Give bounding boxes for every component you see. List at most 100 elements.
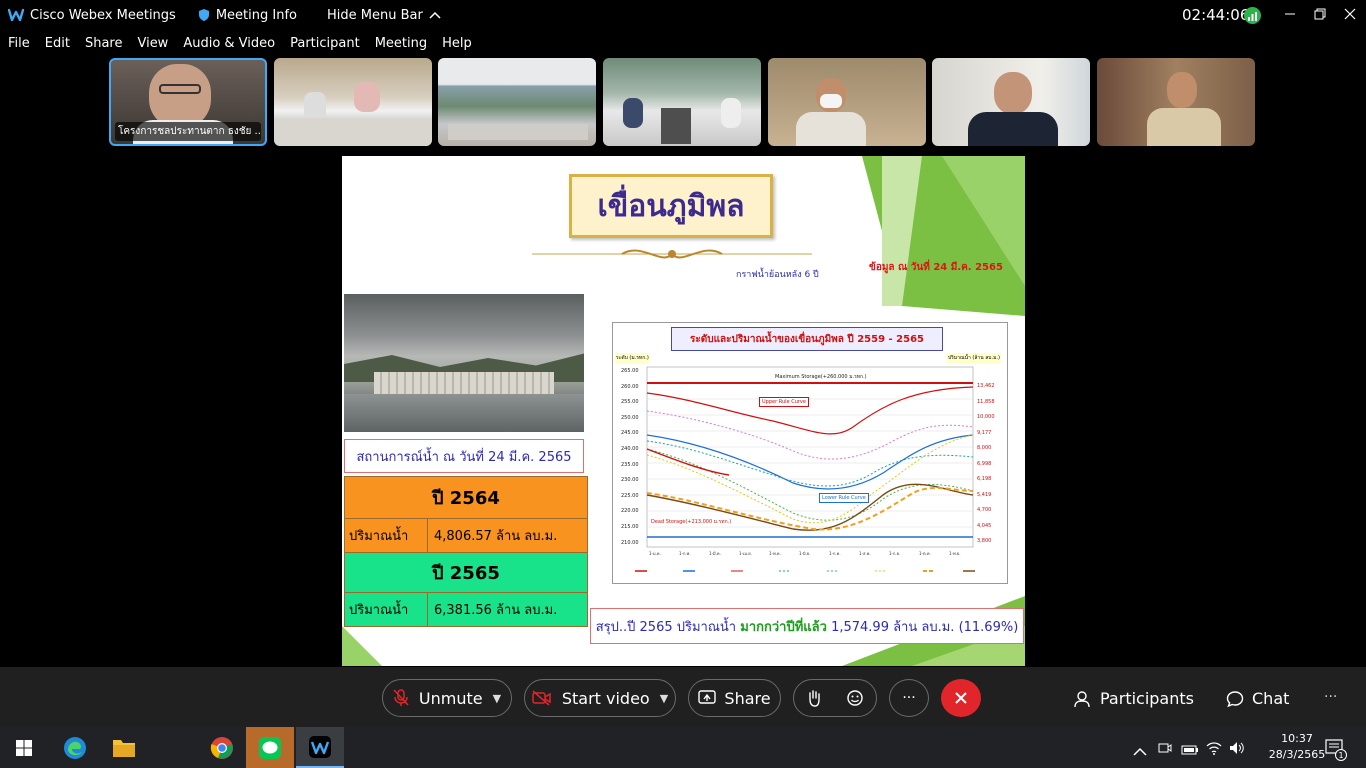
battery-icon[interactable] xyxy=(1181,741,1199,760)
chevron-up-icon[interactable] xyxy=(1133,742,1147,761)
meeting-info-button[interactable]: Meeting Info xyxy=(198,8,297,23)
menu-view[interactable]: View xyxy=(137,36,168,51)
tick-label: 245.00 xyxy=(621,430,639,437)
person-shape xyxy=(721,98,741,128)
chart-plot: 1-ม.ค. 1-ก.พ. 1-มี.ค. 1-เม.ย. 1-พ.ค. 1-มิ.ย.… xyxy=(635,366,975,572)
summary-highlight: มากกว่าปีที่แล้ว xyxy=(740,619,827,635)
dead-storage-label: Dead Storage(+213.000 ม.รทก.) xyxy=(651,519,732,525)
minimize-icon[interactable] xyxy=(1283,7,1297,25)
volume-icon[interactable] xyxy=(1229,740,1245,759)
menu-audio-video[interactable]: Audio & Video xyxy=(183,36,275,51)
table-row: ปริมาณน้ำ 4,806.57 ล้าน ลบ.ม. xyxy=(344,518,588,553)
emoji-reaction-icon[interactable] xyxy=(846,689,864,707)
chevron-up-icon xyxy=(429,11,441,19)
tick-label: 260.00 xyxy=(621,383,639,390)
summary-suffix: 1,574.99 ล้าน ลบ.ม. (11.69%) xyxy=(826,619,1019,635)
tick-label: 235.00 xyxy=(621,461,639,468)
webcam-tray-icon[interactable] xyxy=(1158,740,1172,759)
tick-label: 5,419 xyxy=(977,491,992,498)
tick-label: 9,177 xyxy=(977,429,992,436)
chat-button[interactable]: Chat xyxy=(1226,689,1289,708)
restore-icon[interactable] xyxy=(1313,7,1327,25)
reactions-group xyxy=(793,679,877,717)
file-explorer-icon[interactable] xyxy=(112,737,136,763)
tick-label: 225.00 xyxy=(621,492,639,499)
ornament-divider xyxy=(532,249,812,259)
menu-file[interactable]: File xyxy=(8,36,30,51)
tick-label: 6,998 xyxy=(977,460,992,467)
svg-text:1-พ.ค.: 1-พ.ค. xyxy=(769,551,781,556)
menu-meeting[interactable]: Meeting xyxy=(375,36,427,51)
share-label: Share xyxy=(724,688,771,708)
participant-video-7[interactable] xyxy=(1097,58,1255,146)
situation-label: สถานการณ์น้ำ ณ วันที่ 24 มี.ค. 2565 xyxy=(356,449,572,465)
tick-label: 4,700 xyxy=(977,507,992,513)
tick-label: 220.00 xyxy=(621,508,639,515)
dam-wall-shape xyxy=(374,372,554,394)
start-video-button[interactable]: Start video ▼ xyxy=(524,679,676,717)
raise-hand-icon[interactable] xyxy=(806,689,822,707)
tick-label: 3,800 xyxy=(977,538,992,544)
notification-count-badge: 1 xyxy=(1335,749,1347,761)
menu-participant[interactable]: Participant xyxy=(290,36,360,51)
participant-video-3[interactable] xyxy=(438,58,596,146)
hide-menu-bar-button[interactable]: Hide Menu Bar xyxy=(327,8,441,23)
table-row: ปี 2564 xyxy=(344,476,588,519)
more-options-button[interactable]: ··· xyxy=(889,679,929,717)
tick-label: 265.00 xyxy=(621,368,639,374)
right-axis-ticks: 13,462 11,858 10,000 9,177 8,000 6,998 6… xyxy=(977,379,1007,549)
participant-avatar xyxy=(149,64,211,128)
svg-text:1-ก.ค.: 1-ก.ค. xyxy=(829,551,841,556)
overflow-menu-icon[interactable]: ··· xyxy=(1324,689,1337,705)
summary-prefix: สรุป..ปี 2565 ปริมาณน้ำ xyxy=(595,619,741,635)
tick-label: 11,858 xyxy=(977,398,995,405)
person-icon xyxy=(1074,690,1092,708)
uniform-shape xyxy=(1147,108,1221,146)
tick-label: 210.00 xyxy=(621,539,639,546)
person-shape xyxy=(623,98,643,128)
volume-value-2564: 4,806.57 ล้าน ลบ.ม. xyxy=(427,518,588,553)
wifi-icon[interactable] xyxy=(1206,740,1222,759)
webex-taskbar-icon[interactable] xyxy=(296,727,344,768)
lower-rule-label: Lower Rule Curve xyxy=(819,493,869,503)
glasses-shape xyxy=(159,84,201,94)
hide-menu-label: Hide Menu Bar xyxy=(326,7,423,23)
network-stats-icon[interactable] xyxy=(1244,7,1261,24)
unmute-button[interactable]: Unmute ▼ xyxy=(382,679,512,717)
participants-button[interactable]: Participants xyxy=(1074,689,1194,708)
chrome-browser-icon[interactable] xyxy=(210,736,234,764)
chat-bubble-icon xyxy=(1226,690,1244,708)
participant-video-2[interactable] xyxy=(274,58,432,146)
participant-video-4[interactable] xyxy=(603,58,761,146)
tick-label: 215.00 xyxy=(621,523,639,530)
menu-help[interactable]: Help xyxy=(442,36,472,51)
chevron-down-icon[interactable]: ▼ xyxy=(660,692,668,705)
desk-shape xyxy=(448,124,588,140)
participants-label: Participants xyxy=(1100,689,1194,708)
app-title: Cisco Webex Meetings xyxy=(30,7,176,23)
participant-video-active[interactable]: โครงการชลประทานตาก ธงชัย ... xyxy=(109,58,267,146)
tick-label: 4,045 xyxy=(977,522,992,529)
leave-meeting-button[interactable] xyxy=(941,679,981,717)
water-shape xyxy=(344,394,584,432)
line-app-icon[interactable] xyxy=(246,727,294,768)
uniform-shape xyxy=(968,112,1058,146)
menu-bar: File Edit Share View Audio & Video Parti… xyxy=(0,30,1366,56)
chevron-down-icon[interactable]: ▼ xyxy=(493,692,501,705)
table-row: ปริมาณน้ำ 6,381.56 ล้าน ลบ.ม. xyxy=(344,592,588,627)
participant-video-5[interactable] xyxy=(768,58,926,146)
windows-start-icon[interactable] xyxy=(16,740,32,760)
chat-label: Chat xyxy=(1252,689,1290,708)
tick-label: 13,462 xyxy=(977,383,995,389)
microphone-muted-icon xyxy=(393,689,409,707)
more-options-icon: ··· xyxy=(902,690,916,706)
meeting-controls-bar: Unmute ▼ Start video ▼ Share ··· Partici… xyxy=(0,667,1366,727)
participant-video-6[interactable] xyxy=(932,58,1090,146)
volume-label-2564: ปริมาณน้ำ xyxy=(344,518,428,553)
edge-browser-icon[interactable] xyxy=(63,736,87,764)
close-window-icon[interactable] xyxy=(1343,7,1357,25)
menu-edit[interactable]: Edit xyxy=(45,36,70,51)
menu-share[interactable]: Share xyxy=(85,36,123,51)
unmute-label: Unmute xyxy=(418,688,483,708)
share-button[interactable]: Share xyxy=(688,679,781,717)
